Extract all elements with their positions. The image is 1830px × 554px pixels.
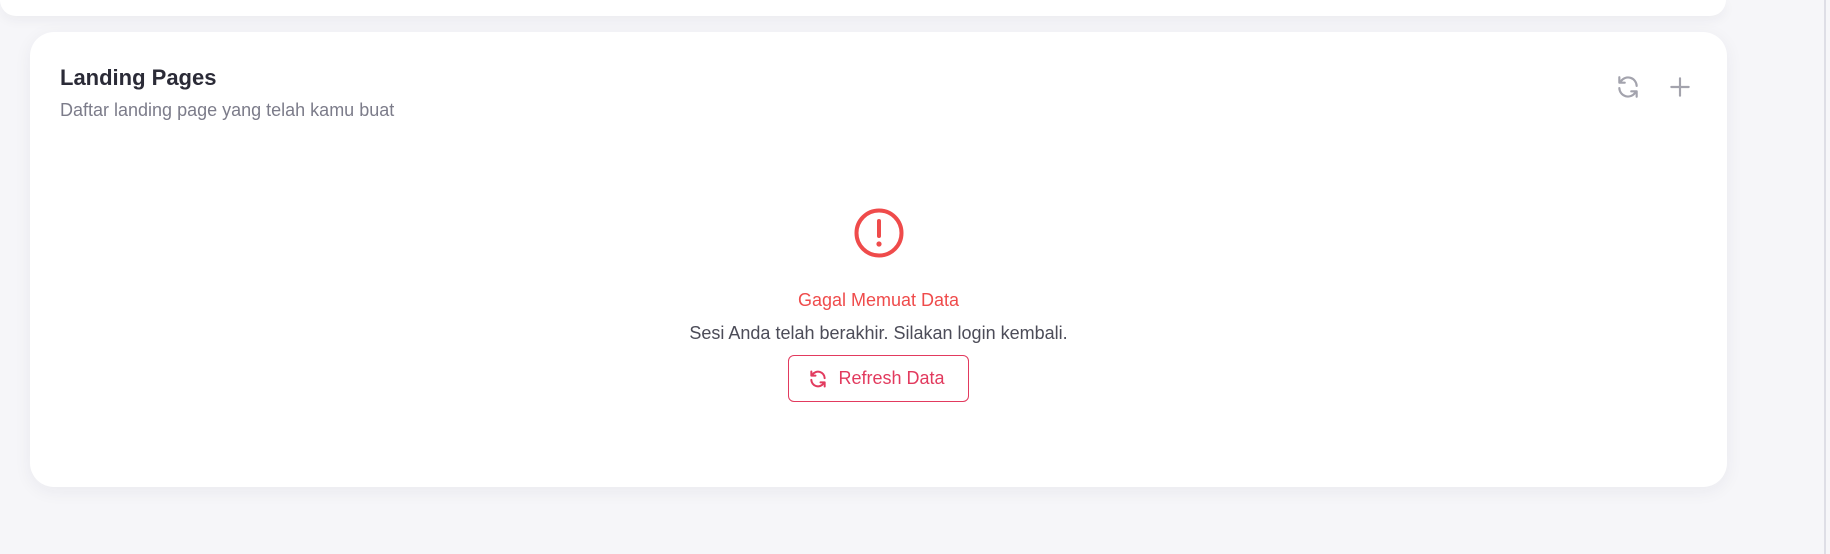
refresh-icon [810,370,827,387]
card-header-actions [1611,70,1697,104]
landing-pages-card: Landing Pages Daftar landing page yang t… [30,32,1727,487]
plus-icon [1670,77,1690,97]
refresh-data-button[interactable]: Refresh Data [788,355,969,402]
refresh-data-label: Refresh Data [838,368,945,388]
refresh-list-button[interactable] [1611,70,1645,104]
error-title: Gagal Memuat Data [797,290,960,310]
add-landing-page-button[interactable] [1663,70,1697,104]
previous-card-edge [0,0,1726,16]
refresh-icon [1618,76,1638,98]
alert-circle-icon [853,207,905,259]
card-title: Landing Pages [60,65,217,90]
error-state: Gagal Memuat Data Sesi Anda telah berakh… [30,207,1727,402]
error-message: Sesi Anda telah berakhir. Silakan login … [689,323,1068,343]
scrollbar-divider [1824,0,1826,554]
card-subtitle: Daftar landing page yang telah kamu buat [60,100,395,120]
